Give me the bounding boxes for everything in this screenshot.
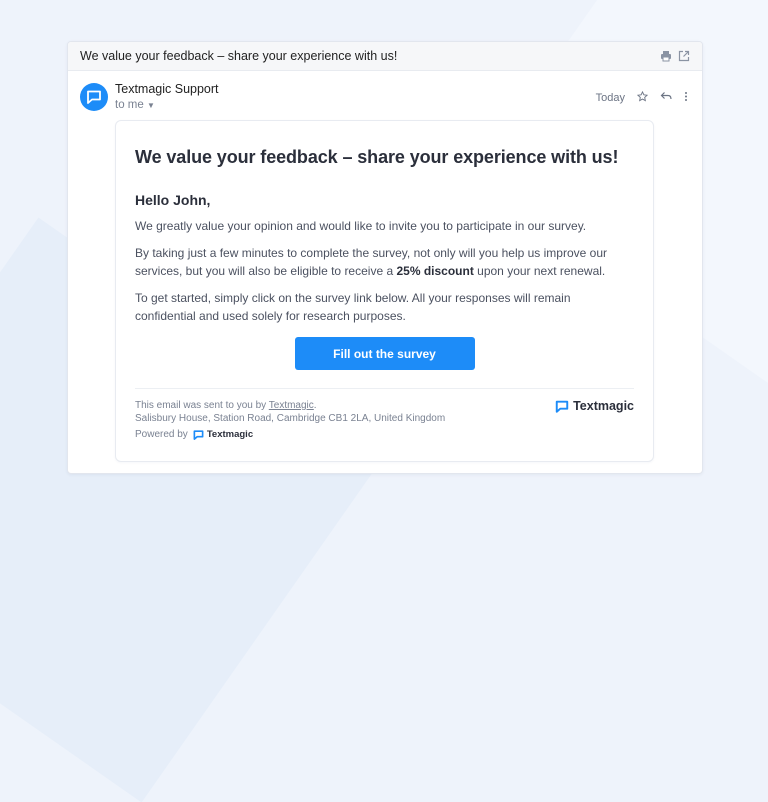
star-icon[interactable] bbox=[636, 90, 649, 105]
email-headline: We value your feedback – share your expe… bbox=[135, 147, 619, 167]
textmagic-logo: Textmagic bbox=[555, 399, 634, 413]
email-header: Textmagic Support to me ▼ Today bbox=[68, 71, 702, 121]
textmagic-link[interactable]: Textmagic bbox=[269, 400, 314, 411]
textmagic-logo-icon bbox=[555, 400, 569, 413]
powered-by: Powered by Textmagic bbox=[135, 429, 254, 440]
recipient-dropdown[interactable]: to me ▼ bbox=[115, 99, 155, 111]
sender-avatar bbox=[80, 83, 108, 111]
discount-highlight: 25% discount bbox=[396, 264, 474, 278]
email-footer: This email was sent to you by Textmagic.… bbox=[135, 399, 634, 440]
reply-icon[interactable] bbox=[660, 91, 672, 105]
sender-name: Textmagic Support bbox=[115, 82, 219, 96]
footer-address: Salisbury House, Station Road, Cambridge… bbox=[135, 413, 446, 424]
paragraph-instructions: To get started, simply click on the surv… bbox=[135, 291, 571, 323]
footer-divider bbox=[135, 388, 634, 389]
email-window: We value your feedback – share your expe… bbox=[67, 41, 703, 474]
email-date: Today bbox=[595, 92, 625, 104]
chat-bubble-icon bbox=[87, 90, 101, 104]
caret-down-icon: ▼ bbox=[146, 101, 155, 110]
greeting: Hello John, bbox=[135, 192, 211, 208]
recipient-label: to me bbox=[115, 99, 144, 111]
paragraph-invite: We greatly value your opinion and would … bbox=[135, 219, 587, 233]
open-in-new-window-icon[interactable] bbox=[678, 50, 690, 62]
print-icon[interactable] bbox=[660, 50, 672, 62]
more-options-icon[interactable] bbox=[684, 91, 688, 105]
subject-bar: We value your feedback – share your expe… bbox=[68, 42, 702, 71]
email-body-card: We value your feedback – share your expe… bbox=[115, 120, 654, 462]
paragraph-discount: By taking just a few minutes to complete… bbox=[135, 246, 608, 278]
textmagic-small-logo: Textmagic bbox=[193, 429, 253, 440]
email-subject: We value your feedback – share your expe… bbox=[80, 49, 398, 63]
subject-tools bbox=[660, 50, 690, 62]
survey-button[interactable]: Fill out the survey bbox=[294, 337, 475, 370]
email-meta: Today bbox=[595, 90, 688, 105]
